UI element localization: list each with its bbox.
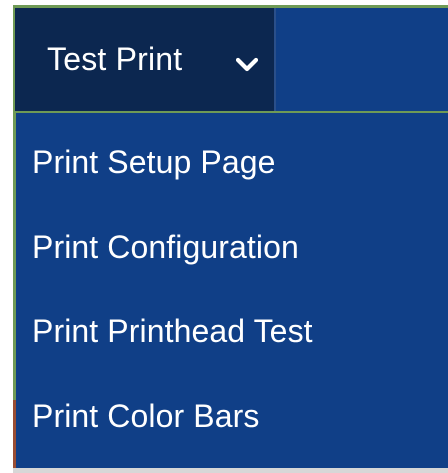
menu-item-print-color-bars[interactable]: Print Color Bars [32, 398, 259, 435]
test-print-menu-tab[interactable]: Test Print [15, 8, 276, 111]
chevron-down-icon [236, 57, 258, 72]
menu-item-print-printhead-test[interactable]: Print Printhead Test [32, 313, 313, 350]
test-print-menu-label: Test Print [47, 41, 183, 77]
menu-item-print-setup-page[interactable]: Print Setup Page [32, 144, 276, 181]
test-print-menu-screenshot: Test Print Print Setup Page Print Config… [0, 0, 448, 473]
menu-item-print-configuration[interactable]: Print Configuration [32, 229, 299, 266]
bottom-edge [13, 468, 448, 473]
dropdown-accent-edge [13, 400, 16, 468]
